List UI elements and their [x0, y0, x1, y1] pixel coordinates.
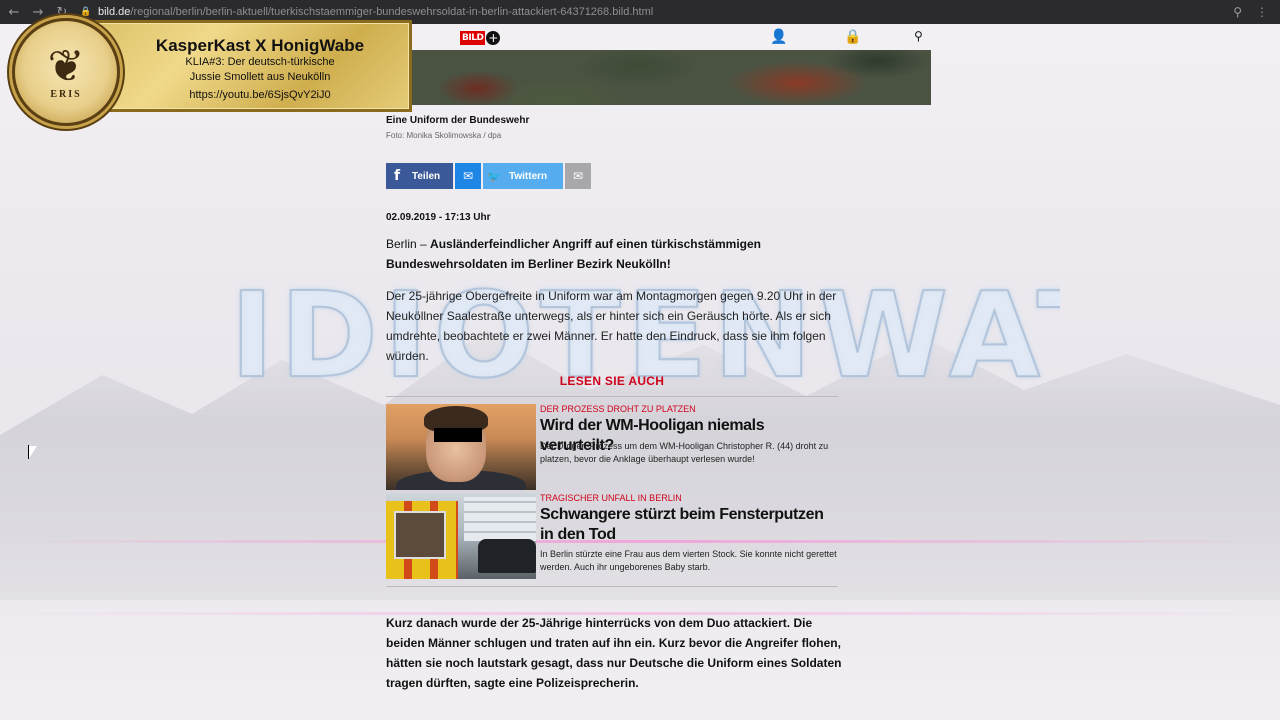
image-credit: Foto: Monika Skolimowska / dpa [386, 131, 502, 140]
article-paragraph: Der 25-jährige Obergefreite in Uniform w… [386, 289, 837, 363]
teaser-headline[interactable]: Schwangere stürzt beim Fensterputzen in … [540, 505, 830, 545]
twitter-share-label: Twittern [509, 170, 548, 182]
divider [386, 586, 838, 587]
overlay-link: https://youtu.be/6SjsQvY2iJ0 [189, 89, 331, 101]
article-hero-image [398, 50, 931, 105]
teaser-thumbnail[interactable] [386, 404, 536, 490]
search-icon[interactable]: ⚲ [914, 29, 923, 43]
stream-overlay: ❦ ERIS KasperKast X HonigWabe KLIA#3: De… [12, 18, 412, 126]
thumbnail-ambulance-door [394, 511, 446, 559]
plus-icon: + [486, 31, 501, 45]
mail-icon: ✉ [572, 169, 584, 183]
teaser-description: In Berlin stürzte eine Frau aus dem vier… [540, 549, 837, 572]
bild-logo: BILD [460, 31, 486, 45]
read-also-heading: LESEN SIE AUCH [559, 374, 665, 388]
teaser-thumbnail[interactable] [386, 493, 536, 579]
mail-share-button[interactable]: ✉ [565, 163, 591, 189]
overlay-title: KasperKast X HonigWabe [155, 36, 365, 55]
share-bar: f Teilen ✉ 🐦 Twittern ✉ [386, 163, 591, 189]
lock-icon[interactable]: 🔒 [844, 29, 861, 45]
overlay-subtitle: Jussie Smollett aus Neukölln [189, 71, 331, 83]
url-host: bild.de [98, 6, 131, 18]
messenger-icon: ✉ [462, 169, 474, 183]
teaser-kicker: DER PROZESS DROHT ZU PLATZEN [540, 404, 696, 414]
divider [386, 396, 838, 397]
teaser-item[interactable]: DER PROZESS DROHT ZU PLATZEN Wird der WM… [386, 404, 838, 490]
censor-bar [434, 428, 482, 442]
zoom-icon[interactable]: ⚲ [1233, 5, 1242, 19]
account-icon[interactable]: 👤 [770, 29, 787, 45]
facebook-icon: f [393, 168, 401, 184]
teaser-item[interactable]: TRAGISCHER UNFALL IN BERLIN Schwangere s… [386, 493, 838, 579]
facebook-share-button[interactable]: f Teilen [386, 163, 453, 189]
eris-logo: ❦ ERIS [12, 18, 120, 126]
overlay-subtitle: KLIA#3: Der deutsch-türkische [185, 56, 335, 68]
lead-text: Ausländerfeindlicher Angriff auf einen t… [386, 237, 761, 271]
lead-location: Berlin – [386, 237, 431, 251]
article-paragraph: Kurz danach wurde der 25-Jährige hinterr… [386, 616, 842, 690]
mouse-cursor-icon [28, 445, 37, 460]
url-path: /regional/berlin/berlin-aktuell/tuerkisc… [130, 6, 654, 18]
menu-icon[interactable]: ⋮ [1256, 5, 1268, 19]
image-caption: Eine Uniform der Bundeswehr [386, 115, 530, 126]
messenger-share-button[interactable]: ✉ [455, 163, 481, 189]
site-header: BILD + 👤 🔒 ⚲ [398, 26, 932, 50]
wings-icon: ❦ [47, 40, 85, 92]
teaser-description: Der Drogen-Prozess um dem WM-Hooligan Ch… [540, 441, 829, 464]
article-lead: Berlin – Ausländerfeindlicher Angriff au… [386, 234, 856, 274]
bild-plus-logo[interactable]: BILD + [460, 30, 501, 46]
thumbnail-building [464, 497, 536, 541]
lock-icon: 🔒 [80, 7, 92, 17]
thumbnail-car [478, 539, 536, 573]
teaser-kicker: TRAGISCHER UNFALL IN BERLIN [540, 493, 682, 503]
logo-text: ERIS [50, 88, 82, 100]
article-date: 02.09.2019 - 17:13 Uhr [386, 212, 491, 223]
facebook-share-label: Teilen [412, 170, 441, 182]
twitter-share-button[interactable]: 🐦 Twittern [483, 163, 563, 189]
twitter-icon: 🐦 [487, 169, 501, 183]
